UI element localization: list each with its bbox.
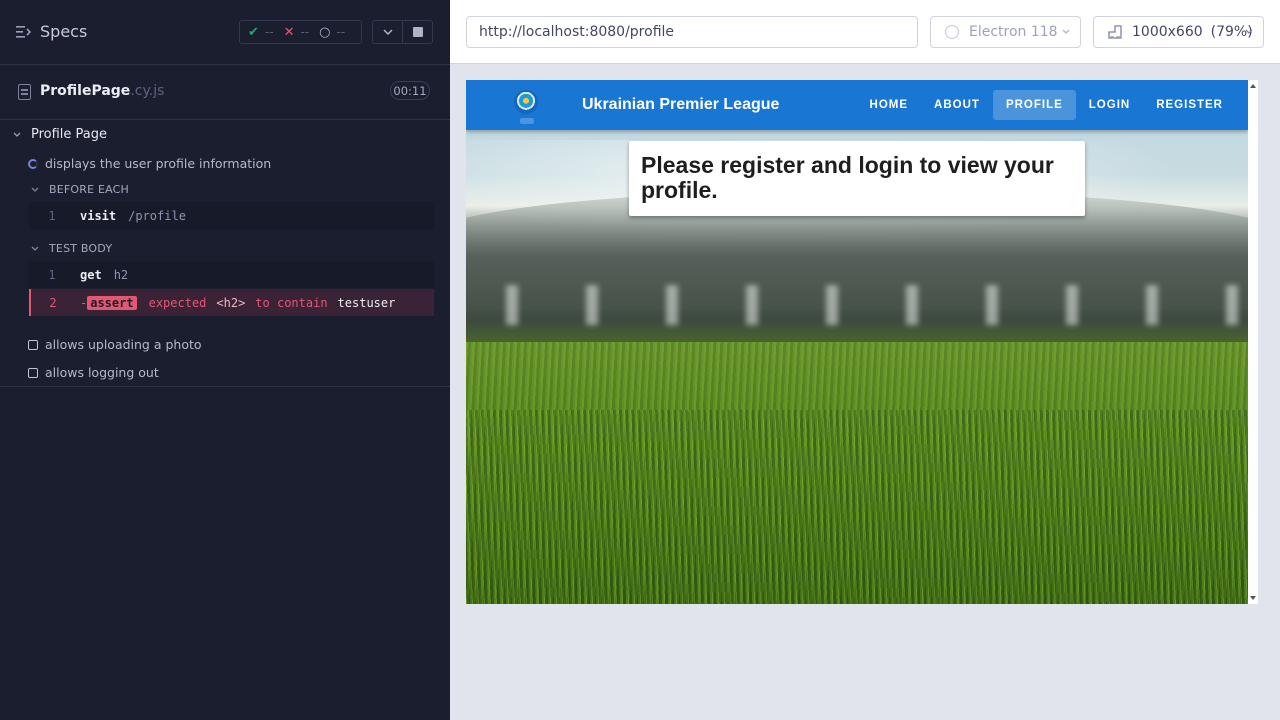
chevron-down-icon <box>13 132 21 137</box>
command-row[interactable]: 1 get h2 <box>29 261 434 288</box>
hook-label: TEST BODY <box>49 242 113 255</box>
electron-icon <box>945 25 959 39</box>
viewport-selector[interactable]: 1000x660 (79%) <box>1093 16 1264 48</box>
command-number: 1 <box>48 208 56 223</box>
grass-texture <box>466 410 1248 604</box>
passed-check-icon: ✔ <box>248 24 259 40</box>
failed-count: -- <box>300 25 310 39</box>
browser-label: Electron 118 <box>969 24 1058 40</box>
app-title[interactable]: Ukrainian Premier League <box>582 96 779 114</box>
expand-collapse-button[interactable] <box>372 20 403 44</box>
app-navbar: Ukrainian Premier League HOME ABOUT PROF… <box>466 80 1248 130</box>
assert-subject: <h2> <box>216 295 246 310</box>
chevron-down-icon <box>382 29 393 35</box>
spec-file-name: ProfilePage.cy.js <box>40 83 164 99</box>
command-name: get <box>80 267 102 282</box>
frame-scrollbar[interactable] <box>1248 80 1258 604</box>
spec-file-ext: .cy.js <box>130 83 165 99</box>
viewport-size: 1000x660 <box>1132 24 1203 40</box>
assert-verb: to contain <box>255 295 328 310</box>
test-title: allows logging out <box>45 365 159 380</box>
chevron-down-icon <box>31 246 39 251</box>
test-body-hook[interactable]: TEST BODY <box>31 242 112 255</box>
nav-home[interactable]: HOME <box>857 90 922 120</box>
url-bar[interactable]: http://localhost:8080/profile <box>466 16 918 48</box>
runner-toolbar: http://localhost:8080/profile Electron 1… <box>450 0 1280 64</box>
message-card: Please register and login to view your p… <box>629 141 1085 216</box>
stop-button[interactable] <box>402 20 433 44</box>
command-name: visit <box>80 208 117 223</box>
nav-profile[interactable]: PROFILE <box>992 90 1076 120</box>
league-logo-icon[interactable] <box>514 90 538 124</box>
stadium-lights <box>466 285 1248 325</box>
command-number: 2 <box>49 295 57 310</box>
command-number: 1 <box>48 267 56 282</box>
suite-title[interactable]: Profile Page <box>13 127 107 142</box>
reporter-panel: Specs ✔ -- ✕ -- ○ -- ProfilePage.cy.js 0… <box>0 0 450 720</box>
suite-label: Profile Page <box>31 127 108 142</box>
chevron-down-icon <box>1245 29 1253 34</box>
spec-file-basename: ProfilePage <box>40 83 131 99</box>
file-icon <box>18 84 31 100</box>
stop-icon <box>412 27 423 37</box>
pending-icon <box>28 367 38 378</box>
pending-stat: ○ -- <box>319 25 345 40</box>
assert-value: testuser <box>337 295 396 310</box>
test-item-pending[interactable]: allows uploading a photo <box>28 337 202 352</box>
test-item-running[interactable]: displays the user profile information <box>28 156 271 171</box>
failed-x-icon: ✕ <box>283 24 295 40</box>
profile-message-heading: Please register and login to view your p… <box>641 152 1054 203</box>
specs-header: Specs ✔ -- ✕ -- ○ -- <box>0 0 450 65</box>
nav-register[interactable]: REGISTER <box>1143 90 1236 120</box>
nav-about[interactable]: ABOUT <box>921 90 993 120</box>
test-title: allows uploading a photo <box>45 337 202 352</box>
chevron-down-icon <box>31 187 39 192</box>
failed-stat: ✕ -- <box>284 25 310 40</box>
before-each-hook[interactable]: BEFORE EACH <box>31 183 129 196</box>
browser-selector[interactable]: Electron 118 <box>930 16 1081 48</box>
pending-count: -- <box>336 25 346 39</box>
test-item-pending[interactable]: allows logging out <box>28 365 159 380</box>
assert-expected: expected <box>148 295 207 310</box>
command-row[interactable]: 1 visit /profile <box>29 202 434 229</box>
specs-title[interactable]: Specs <box>40 22 87 41</box>
app-under-test-frame: Ukrainian Premier League HOME ABOUT PROF… <box>466 80 1248 604</box>
test-stats: ✔ -- ✕ -- ○ -- <box>239 20 362 44</box>
specs-list-icon[interactable] <box>16 25 32 39</box>
run-duration: 00:11 <box>390 81 430 100</box>
hook-label: BEFORE EACH <box>49 183 130 196</box>
test-title: displays the user profile information <box>45 156 272 171</box>
divider <box>0 386 450 387</box>
command-arg: /profile <box>128 208 186 223</box>
pending-icon <box>28 339 38 350</box>
passed-stat: ✔ -- <box>248 25 274 40</box>
nav-login[interactable]: LOGIN <box>1076 90 1143 120</box>
viewport-ruler-icon <box>1108 25 1122 39</box>
running-spinner-icon <box>28 158 38 169</box>
pending-circle-icon: ○ <box>319 24 331 40</box>
nav-menu: HOME ABOUT PROFILE LOGIN REGISTER <box>857 90 1236 120</box>
spec-file-row[interactable]: ProfilePage.cy.js 00:11 <box>0 65 450 120</box>
command-arg: h2 <box>113 267 129 282</box>
chevron-down-icon <box>1062 29 1070 34</box>
runner-panel: http://localhost:8080/profile Electron 1… <box>450 0 1280 720</box>
assert-dash: - <box>80 295 88 310</box>
passed-count: -- <box>264 25 274 39</box>
scroll-down-arrow-icon[interactable] <box>1250 596 1256 600</box>
failed-assert-row[interactable]: 2 - assert expected <h2> to contain test… <box>29 289 434 316</box>
assert-badge: assert <box>87 295 137 310</box>
scroll-up-arrow-icon[interactable] <box>1250 84 1256 88</box>
